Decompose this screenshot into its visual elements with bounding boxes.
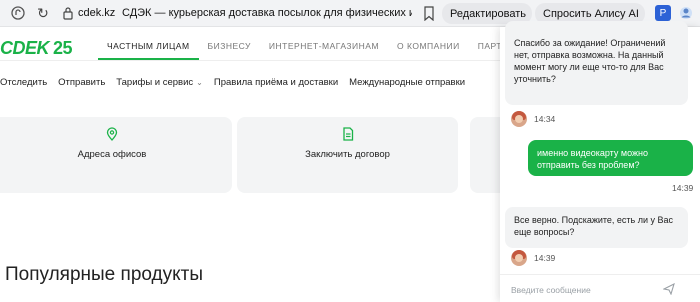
agent-avatar bbox=[511, 250, 527, 266]
bookmark-icon[interactable] bbox=[423, 6, 435, 21]
profile-icon[interactable] bbox=[678, 5, 696, 21]
agent-avatar bbox=[511, 111, 527, 127]
document-icon bbox=[342, 127, 353, 141]
chat-message-bot: Все верно. Подскажите, есть ли у Вас еще… bbox=[505, 207, 688, 248]
lock-icon[interactable] bbox=[62, 6, 74, 20]
send-icon[interactable] bbox=[663, 283, 675, 295]
shield-icon[interactable] bbox=[11, 6, 25, 20]
subnav-tariffs-label: Тарифы и сервис bbox=[116, 77, 194, 88]
location-pin-icon bbox=[106, 127, 118, 141]
topnav-private[interactable]: ЧАСТНЫМ ЛИЦАМ bbox=[98, 36, 199, 60]
card-office-addresses[interactable]: Адреса офисов bbox=[0, 117, 232, 193]
message-time: 14:34 bbox=[534, 114, 556, 124]
card-sign-contract[interactable]: Заключить договор bbox=[237, 117, 458, 193]
card-sign-contract-label: Заключить договор bbox=[305, 149, 390, 160]
subnav-send[interactable]: Отправить bbox=[58, 77, 105, 88]
extension-icon[interactable]: P bbox=[655, 5, 671, 21]
chat-panel: Спасибо за ожидание! Ограничений нет, от… bbox=[500, 21, 700, 302]
subnav-track[interactable]: Отследить bbox=[0, 77, 47, 88]
popular-products-heading: Популярные продукты bbox=[5, 264, 204, 285]
subnav-international[interactable]: Международные отправки bbox=[349, 77, 465, 88]
chat-input-divider bbox=[500, 274, 700, 275]
logo-badge: 25 bbox=[53, 38, 73, 58]
chat-message-input[interactable]: Введите сообщение bbox=[511, 285, 591, 295]
ask-alice-label: Спросить Алису AI bbox=[543, 7, 639, 20]
reload-icon[interactable]: ↻ bbox=[35, 5, 51, 21]
header-divider bbox=[0, 60, 500, 61]
edit-button-label: Редактировать bbox=[450, 7, 526, 20]
extension-icon-label: P bbox=[659, 7, 667, 19]
message-time: 14:39 bbox=[534, 253, 556, 263]
topnav-about[interactable]: О КОМПАНИИ bbox=[388, 36, 469, 60]
chevron-down-icon: ⌄ bbox=[196, 78, 203, 87]
subnav-rules[interactable]: Правила приёма и доставки bbox=[214, 77, 338, 88]
chat-message-user: именно видеокарту можно отправить без пр… bbox=[528, 140, 693, 176]
sub-navigation: Отследить Отправить Тарифы и сервис ⌄ Пра… bbox=[0, 77, 476, 88]
topnav-online-shops[interactable]: ИНТЕРНЕТ-МАГАЗИНАМ bbox=[260, 36, 388, 60]
message-time: 14:39 bbox=[672, 183, 694, 193]
logo-text: СDEK bbox=[0, 38, 50, 58]
topnav-business[interactable]: БИЗНЕСУ bbox=[199, 36, 260, 60]
address-bar-domain[interactable]: cdek.kz bbox=[78, 7, 115, 19]
subnav-tariffs[interactable]: Тарифы и сервис ⌄ bbox=[116, 77, 203, 88]
card-office-addresses-label: Адреса офисов bbox=[77, 149, 147, 160]
chat-message-bot: Спасибо за ожидание! Ограничений нет, от… bbox=[505, 21, 688, 105]
cdek-logo[interactable]: СDEK 25 bbox=[0, 38, 73, 59]
page-tab-title: СДЭК — курьерская доставка посылок для ф… bbox=[122, 7, 412, 19]
